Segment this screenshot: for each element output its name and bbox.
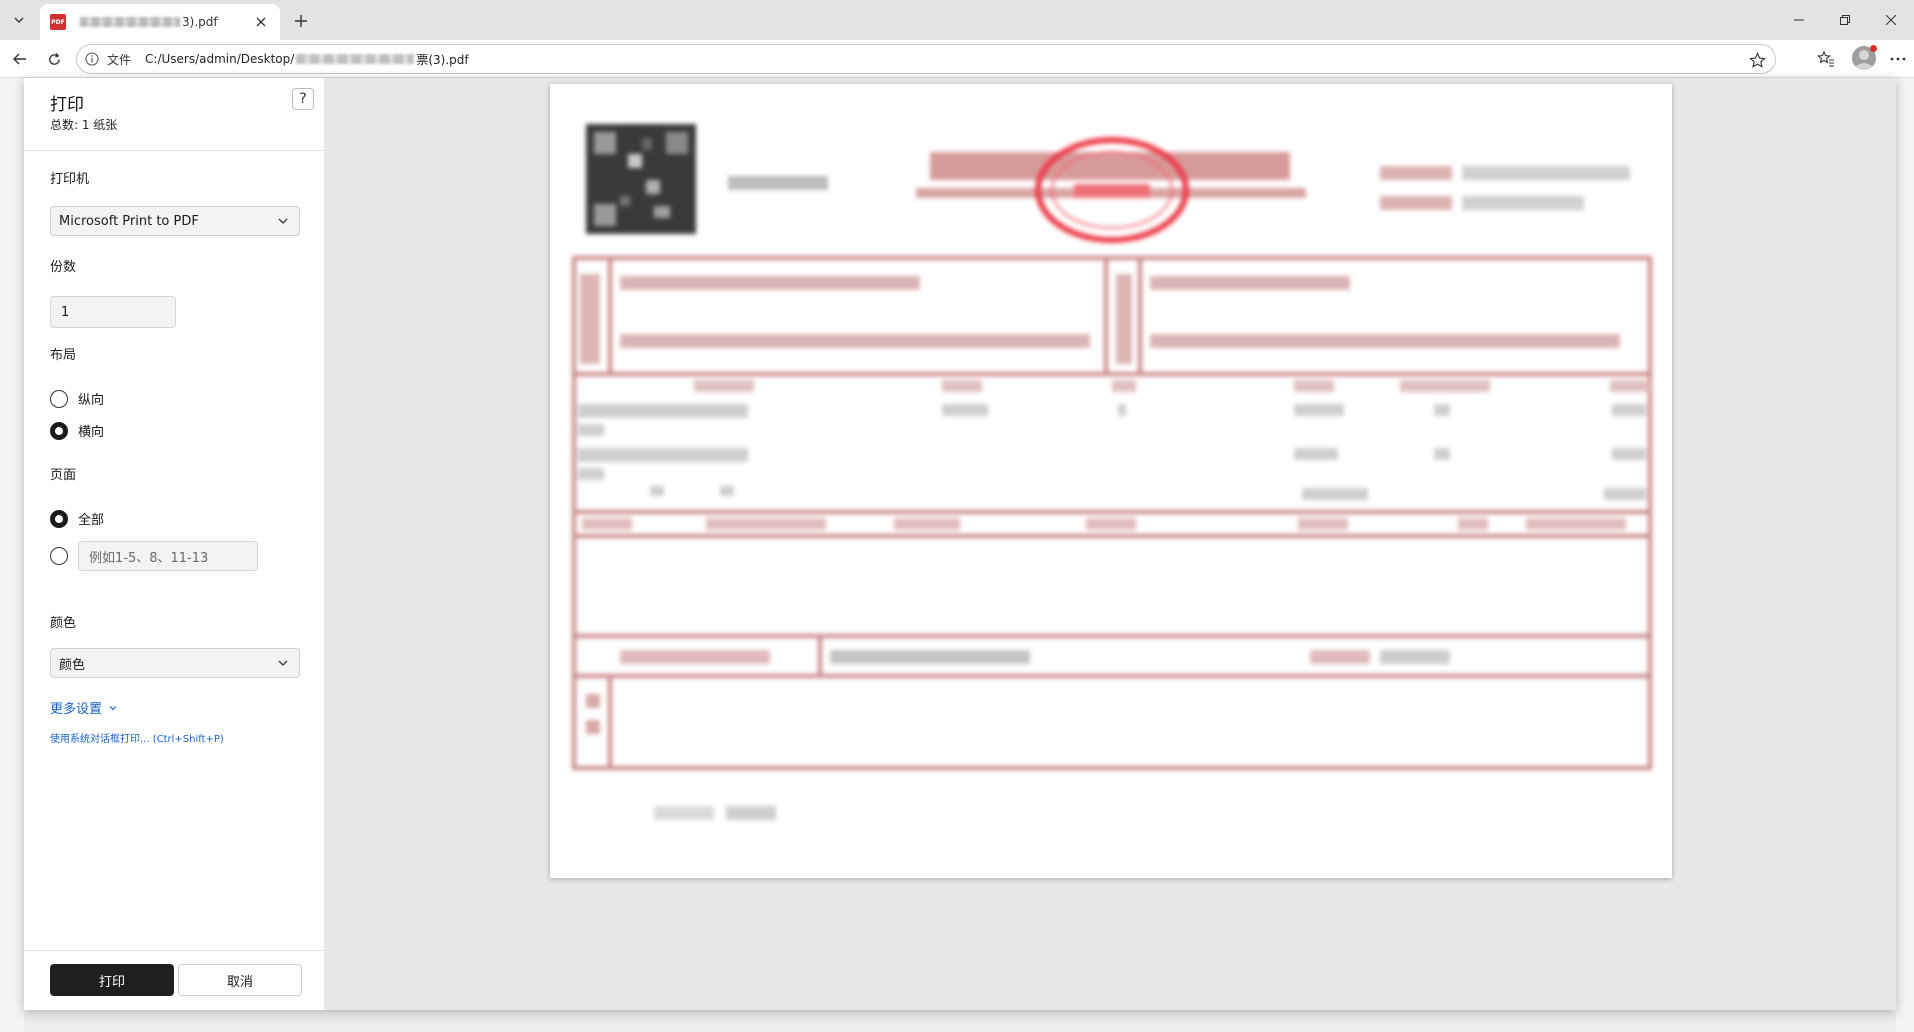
layout-option-landscape[interactable]: 横向 xyxy=(50,421,104,440)
settings-menu-button[interactable] xyxy=(1884,45,1912,73)
color-label: 颜色 xyxy=(50,616,77,631)
tab-title-redacted xyxy=(80,17,180,27)
totals-row xyxy=(582,518,1626,530)
tab-list-button[interactable] xyxy=(4,6,34,34)
sheet-count: 总数: 1 纸张 xyxy=(50,118,118,132)
tab-close-button[interactable] xyxy=(252,13,270,31)
items-header xyxy=(694,380,1650,392)
browser-toolbar: 文件 C:/Users/admin/Desktop/ 票(3).pdf xyxy=(0,40,1914,78)
panel-footer-divider xyxy=(24,950,324,951)
pages-option-custom[interactable] xyxy=(50,547,78,565)
favorites-icon xyxy=(1817,50,1834,67)
pages-custom-radio[interactable] xyxy=(50,547,68,565)
arrow-left-icon xyxy=(13,53,26,65)
address-path-prefix: C:/Users/admin/Desktop/ xyxy=(145,52,295,66)
refresh-icon xyxy=(48,52,60,65)
qr-code xyxy=(586,124,696,234)
restore-icon xyxy=(1840,15,1850,25)
party-info xyxy=(580,274,1620,364)
pdf-viewer-left-edge xyxy=(0,78,24,1032)
printer-value: Microsoft Print to PDF xyxy=(59,213,199,229)
layout-label: 布局 xyxy=(50,348,77,363)
print-preview-area[interactable] xyxy=(324,78,1896,1010)
cancel-button[interactable]: 取消 xyxy=(178,964,302,996)
pdf-viewer-right-edge xyxy=(1896,78,1914,1032)
close-window-button[interactable] xyxy=(1868,0,1914,40)
notification-dot xyxy=(1870,45,1877,52)
more-settings-link[interactable]: 更多设置 xyxy=(50,698,118,717)
copies-label: 份数 xyxy=(50,260,77,275)
portrait-radio[interactable] xyxy=(50,389,68,408)
color-value: 颜色 xyxy=(59,657,86,673)
address-bar[interactable]: 文件 C:/Users/admin/Desktop/ 票(3).pdf xyxy=(76,44,1776,74)
back-button[interactable] xyxy=(6,45,34,73)
print-title: 打印 xyxy=(50,95,84,115)
more-settings-label: 更多设置 xyxy=(50,702,103,717)
chevron-down-icon xyxy=(109,705,117,710)
chevron-down-icon xyxy=(278,218,288,224)
refresh-button[interactable] xyxy=(40,45,68,73)
print-settings-panel: 打印 总数: 1 纸张 ? 打印机 Microsoft Print to PDF… xyxy=(24,78,324,1010)
pdf-file-icon: PDF xyxy=(50,14,66,30)
items-rows xyxy=(578,404,1646,500)
restore-button[interactable] xyxy=(1822,0,1868,40)
pages-custom-input[interactable]: 例如1-5、8、11-13 xyxy=(78,541,258,571)
layout-option-portrait[interactable]: 纵向 xyxy=(50,389,104,408)
window-controls xyxy=(1776,0,1914,40)
tab-strip: PDF 3).pdf xyxy=(0,0,1914,40)
info-icon xyxy=(85,52,99,66)
pages-all-radio[interactable] xyxy=(50,509,68,528)
print-button[interactable]: 打印 xyxy=(50,964,174,996)
system-dialog-link[interactable]: 使用系统对话框打印... (Ctrl+Shift+P) xyxy=(50,730,224,745)
active-tab[interactable]: PDF 3).pdf xyxy=(40,4,280,40)
pages-all-label: 全部 xyxy=(78,513,105,528)
pages-option-all[interactable]: 全部 xyxy=(50,509,104,528)
color-select[interactable]: 颜色 xyxy=(50,648,300,678)
plus-icon xyxy=(295,15,307,27)
minimize-icon xyxy=(1794,19,1804,21)
print-dialog: 打印 总数: 1 纸张 ? 打印机 Microsoft Print to PDF… xyxy=(24,78,1896,1010)
tab-title: 3).pdf xyxy=(182,15,218,29)
minimize-button[interactable] xyxy=(1776,0,1822,40)
printer-label: 打印机 xyxy=(50,172,90,187)
favorites-button[interactable] xyxy=(1812,45,1840,73)
new-tab-button[interactable] xyxy=(288,8,314,34)
landscape-radio[interactable] xyxy=(50,421,68,440)
close-icon xyxy=(1886,15,1896,25)
pages-label: 页面 xyxy=(50,468,77,483)
favorite-star-button[interactable] xyxy=(1747,50,1767,70)
invoice-preview-image xyxy=(572,124,1652,820)
star-icon xyxy=(1748,51,1766,68)
chevron-down-icon xyxy=(14,17,24,23)
chevron-down-icon xyxy=(278,660,288,666)
close-icon xyxy=(256,17,266,27)
address-path-redacted xyxy=(296,54,415,64)
help-button[interactable]: ? xyxy=(292,88,314,110)
copies-input[interactable]: 1 xyxy=(50,296,176,328)
panel-header-divider xyxy=(24,150,324,151)
printer-select[interactable]: Microsoft Print to PDF xyxy=(50,206,300,236)
landscape-label: 横向 xyxy=(78,425,105,440)
address-path-suffix: 票(3).pdf xyxy=(416,52,469,67)
preview-page xyxy=(550,84,1672,878)
more-horizontal-icon xyxy=(1890,57,1906,61)
portrait-label: 纵向 xyxy=(78,393,105,408)
address-scheme-label: 文件 xyxy=(107,52,132,67)
